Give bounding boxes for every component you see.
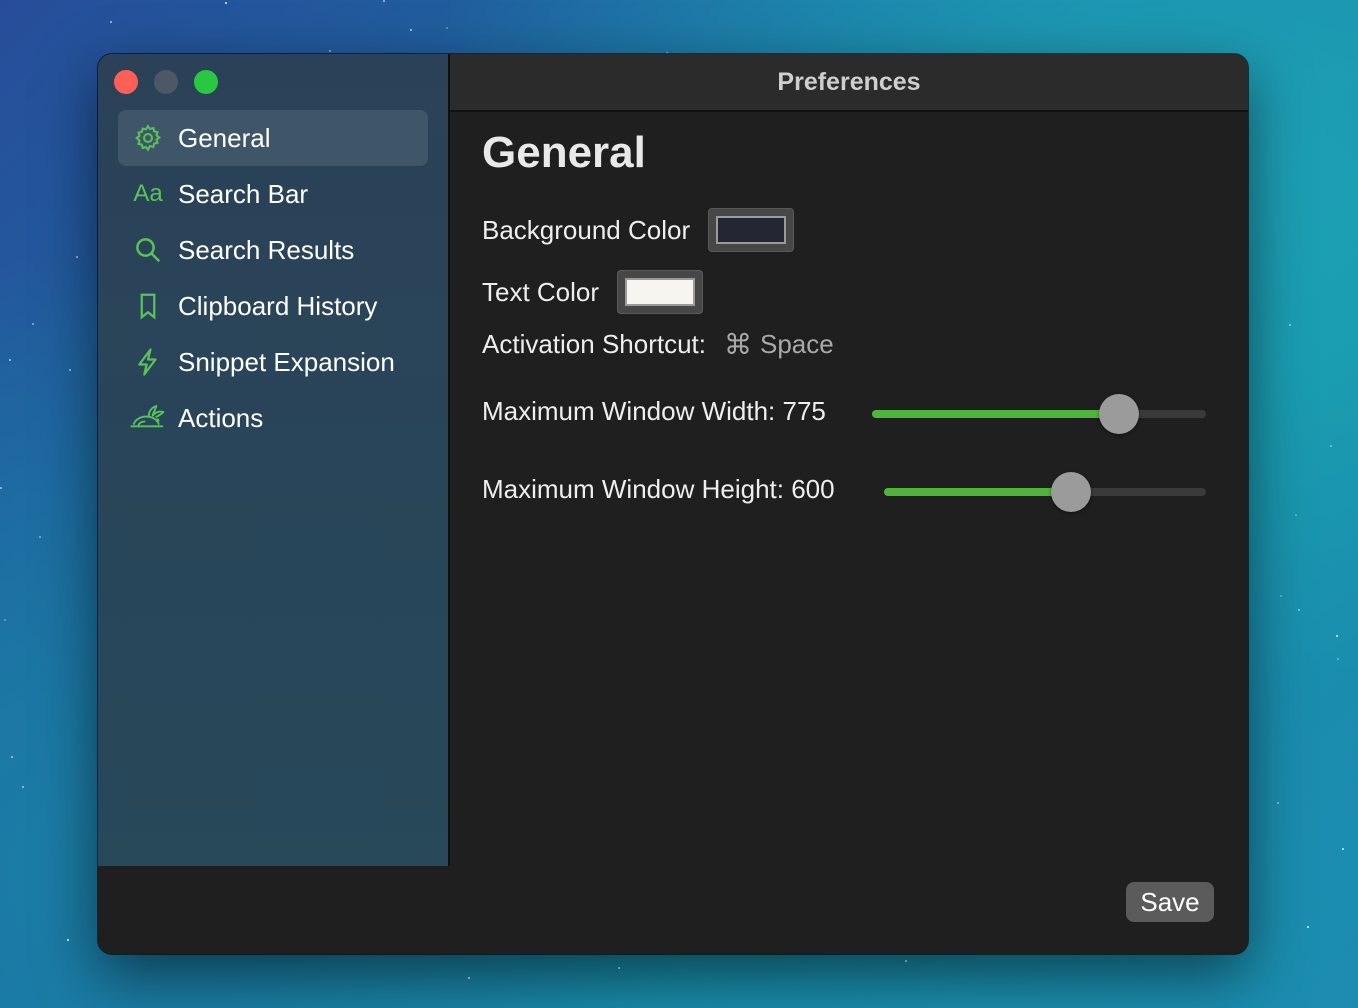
traffic-lights [114, 70, 218, 94]
star-dot [468, 977, 470, 979]
star-dot [11, 756, 13, 758]
sidebar-item-search-bar[interactable]: Aa Search Bar [118, 166, 428, 222]
star-dot [1336, 635, 1338, 637]
max-width-label: Maximum Window Width: 775 [482, 396, 826, 426]
star-dot [1295, 514, 1297, 516]
slider-thumb[interactable] [1099, 394, 1140, 434]
max-width-slider[interactable] [872, 394, 1206, 434]
minimize-button[interactable] [154, 70, 178, 94]
slider-fill [884, 488, 1071, 496]
shortcut-recorder[interactable]: ⌘ Space [724, 328, 834, 361]
lightning-icon [128, 342, 168, 382]
sidebar-item-actions[interactable]: Actions [118, 390, 428, 446]
star-dot [1277, 802, 1279, 804]
star-dot [22, 786, 24, 788]
save-button[interactable]: Save [1126, 882, 1214, 922]
star-dot [9, 359, 11, 361]
star-dot [1330, 445, 1332, 447]
star-dot [76, 256, 78, 258]
star-dot [1289, 324, 1291, 326]
bookmark-icon [128, 286, 168, 326]
max-height-row: Maximum Window Height: 600 [482, 474, 835, 505]
activation-shortcut-label: Activation Shortcut: [482, 329, 706, 359]
star-dot [1342, 848, 1344, 850]
command-key-icon: ⌘ [724, 329, 752, 360]
title-bar: Preferences [450, 54, 1248, 112]
star-dot [905, 960, 907, 962]
star-dot [383, 0, 385, 2]
text-color-label: Text Color [482, 276, 600, 307]
sidebar-item-clipboard-history[interactable]: Clipboard History [118, 278, 428, 334]
rabbit-icon [128, 398, 168, 438]
sidebar-item-label: Search Results [178, 234, 355, 265]
sidebar-item-label: Clipboard History [178, 290, 378, 321]
background-color-label: Background Color [482, 214, 691, 245]
star-dot [1307, 926, 1309, 928]
slider-fill [872, 410, 1120, 418]
zoom-button[interactable] [194, 70, 218, 94]
star-dot [4, 619, 6, 621]
page-title: General [482, 128, 646, 177]
star-dot [1337, 658, 1339, 660]
sidebar-item-snippet-expansion[interactable]: Snippet Expansion [118, 334, 428, 390]
star-dot [410, 29, 412, 31]
star-dot [446, 27, 448, 29]
max-height-slider[interactable] [884, 472, 1206, 512]
star-dot [1298, 609, 1300, 611]
background-color-swatch [716, 216, 787, 244]
star-dot [618, 967, 620, 969]
window-title: Preferences [777, 67, 921, 96]
background-color-row: Background Color [482, 208, 795, 252]
max-height-label: Maximum Window Height: 600 [482, 474, 835, 504]
star-dot [1280, 595, 1282, 597]
sidebar-item-label: Snippet Expansion [178, 346, 395, 377]
close-button[interactable] [114, 70, 138, 94]
text-color-well[interactable] [617, 270, 704, 314]
shortcut-key: Space [760, 329, 834, 359]
star-dot [0, 487, 2, 489]
general-pane: General Background Color Text Color Acti… [482, 128, 1208, 512]
sidebar-item-label: Actions [178, 402, 264, 433]
star-dot [67, 939, 69, 941]
activation-shortcut-row: Activation Shortcut: ⌘ Space [482, 328, 834, 361]
text-aa-icon: Aa [128, 174, 168, 214]
text-color-swatch [625, 278, 696, 306]
background-color-well[interactable] [708, 208, 795, 252]
star-dot [32, 323, 34, 325]
sidebar-item-label: General [178, 122, 271, 153]
star-dot [110, 21, 112, 23]
sidebar-item-general[interactable]: General [118, 110, 428, 166]
slider-thumb[interactable] [1050, 472, 1091, 512]
star-dot [329, 50, 331, 52]
search-icon [128, 230, 168, 270]
preferences-window: General Aa Search Bar Search Results Cli… [98, 54, 1248, 954]
sidebar-nav: General Aa Search Bar Search Results Cli… [118, 110, 428, 446]
text-color-row: Text Color [482, 270, 704, 314]
sidebar: General Aa Search Bar Search Results Cli… [98, 54, 450, 866]
star-dot [39, 536, 41, 538]
text-aa-icon-glyph: Aa [133, 180, 163, 207]
star-dot [225, 2, 227, 4]
gear-icon [128, 118, 168, 158]
star-dot [69, 369, 71, 371]
sidebar-item-search-results[interactable]: Search Results [118, 222, 428, 278]
max-width-row: Maximum Window Width: 775 [482, 396, 826, 427]
sidebar-item-label: Search Bar [178, 178, 309, 209]
